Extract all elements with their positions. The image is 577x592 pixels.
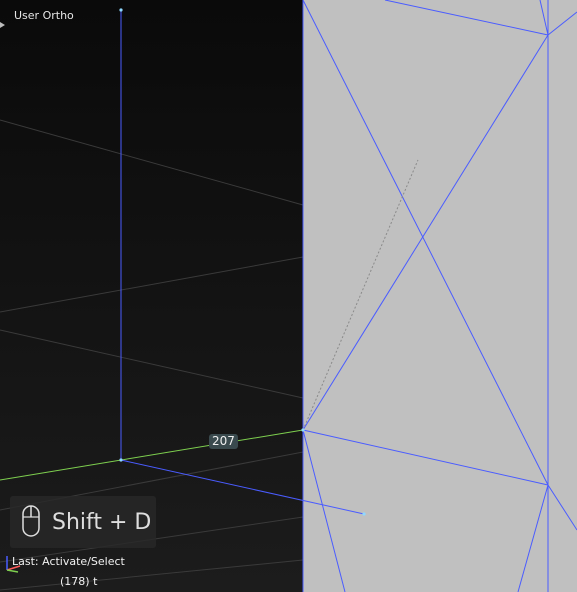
measure-length-label: 207 <box>209 434 238 449</box>
mouse-icon <box>22 505 40 537</box>
axis-line-green <box>0 429 304 481</box>
keystroke-overlay: Shift + D <box>10 496 156 548</box>
last-operation-text[interactable]: Last: Activate/Select <box>12 555 125 568</box>
view-name-label: User Ortho <box>14 9 74 22</box>
object-face[interactable] <box>303 0 577 592</box>
frame-info-text: (178) t <box>60 575 98 588</box>
view-header-arrow-icon[interactable] <box>0 22 5 28</box>
shortcut-text: Shift + D <box>52 510 152 535</box>
3d-viewport[interactable]: User Ortho 207 Shift + D Last: Activate/… <box>0 0 577 592</box>
